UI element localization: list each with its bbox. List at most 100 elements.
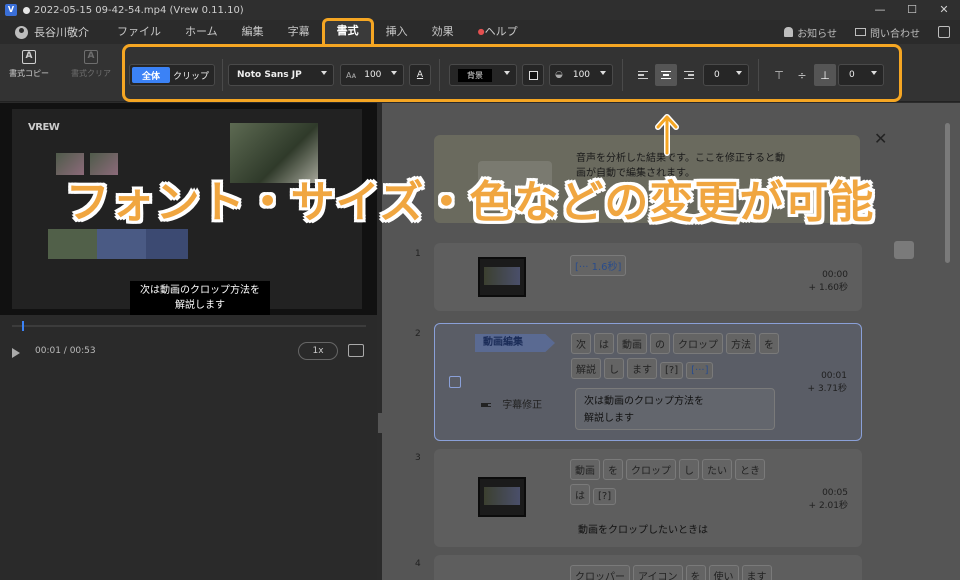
bell-icon: [784, 27, 794, 37]
clip-checkbox[interactable]: [449, 376, 461, 388]
clip-card[interactable]: 動画をクロップしたい ときは [?] 00:05 + 2.01秒 動画をクロップした…: [434, 449, 862, 547]
play-icon[interactable]: [12, 348, 20, 358]
word-chip[interactable]: たい: [702, 459, 732, 480]
subtitle-panel-icon[interactable]: [894, 241, 914, 259]
font-size-select[interactable]: Aᴀ 100: [340, 64, 404, 86]
clip-words: [··· 1.6秒]: [570, 255, 770, 280]
word-chip[interactable]: 動画: [617, 333, 647, 354]
speed-button[interactable]: 1x: [298, 342, 338, 360]
annotation-caption: フォント・サイズ・色などの変更が可能: [65, 177, 875, 228]
tab-file[interactable]: ファイル: [105, 20, 173, 44]
clear-format-button[interactable]: A 書式クリア: [70, 50, 112, 79]
clip-words: クロッパー アイコンを使い ます: [570, 565, 810, 580]
background-color-button[interactable]: [522, 64, 544, 86]
chevron-down-icon: [391, 71, 397, 75]
clip-card-selected[interactable]: 動画編集 次は動画のクロップ 方法 を解説します [?] [···] 00:01 + 3…: [434, 323, 862, 441]
tab-edit[interactable]: 編集: [230, 20, 276, 44]
clip-time: 00:05 + 2.01秒: [809, 487, 848, 513]
news-label: お知らせ: [797, 28, 837, 40]
line-spacing-value: 0: [714, 70, 720, 80]
word-chip[interactable]: 解説: [571, 358, 601, 379]
word-chip[interactable]: 動画: [570, 459, 600, 480]
valign-top-button[interactable]: ⊤: [768, 64, 790, 86]
unknown-word[interactable]: [?]: [593, 488, 617, 505]
unknown-word[interactable]: [?]: [660, 362, 684, 379]
subtitle-line-1: 次は動画のクロップ方法を: [584, 396, 704, 407]
word-chip[interactable]: ます: [741, 565, 772, 580]
clip-duration: + 2.01秒: [808, 501, 848, 511]
scope-all-button[interactable]: 全体: [132, 67, 171, 83]
scope-clip-button[interactable]: クリップ: [170, 69, 212, 82]
fullscreen-icon[interactable]: [348, 344, 364, 357]
align-center-button[interactable]: [655, 64, 677, 86]
contact-link[interactable]: 問い合わせ: [855, 25, 920, 40]
clip-duration: + 1.60秒: [808, 283, 848, 293]
panel-toggle[interactable]: [938, 26, 950, 38]
word-chip[interactable]: し: [604, 358, 624, 379]
valign-bottom-icon: ⊥: [820, 68, 830, 82]
divider: [622, 59, 623, 91]
align-left-button[interactable]: [632, 64, 654, 86]
clip-words: 次は動画のクロップ 方法 を解説します [?] [···]: [571, 333, 791, 383]
font-size-value: 100: [364, 70, 382, 80]
valign-middle-button[interactable]: ÷: [791, 64, 813, 86]
word-chip[interactable]: 次: [571, 333, 591, 354]
line-spacing-select[interactable]: 0: [703, 64, 749, 86]
word-chip[interactable]: クロッパー: [570, 565, 630, 580]
clear-format-icon: A: [84, 50, 98, 64]
app-icon: V: [5, 4, 17, 16]
word-chip[interactable]: の: [650, 333, 670, 354]
close-window-button[interactable]: ✕: [928, 0, 960, 20]
word-chip[interactable]: 方法: [726, 333, 756, 354]
word-chip[interactable]: とき: [735, 459, 765, 480]
vertical-offset-select[interactable]: 0: [838, 64, 884, 86]
window-title: 2022-05-15 09-42-54.mp4 (Vrew 0.11.10): [34, 4, 244, 16]
news-link[interactable]: お知らせ: [784, 25, 837, 40]
video-edit-label: 動画編集: [483, 337, 523, 348]
text-color-button[interactable]: A: [409, 64, 431, 86]
word-chip[interactable]: ます: [627, 358, 657, 379]
preview-subtitle: 次は動画のクロップ方法を 解説します: [130, 281, 270, 315]
word-chip[interactable]: クロップ: [626, 459, 676, 480]
clip-number: 1: [415, 249, 421, 259]
tab-effects[interactable]: 効果: [420, 20, 466, 44]
word-chip[interactable]: し: [679, 459, 699, 480]
silence-word[interactable]: [···]: [686, 362, 714, 379]
valign-bottom-button[interactable]: ⊥: [814, 64, 836, 86]
clip-card[interactable]: クロッパー アイコンを使い ます: [434, 555, 862, 580]
word-chip[interactable]: クロップ: [673, 333, 723, 354]
background-select[interactable]: 背景: [449, 64, 517, 86]
word-chip[interactable]: 使い: [708, 565, 739, 580]
word-chip[interactable]: を: [603, 459, 623, 480]
scrollbar[interactable]: [945, 123, 950, 263]
tab-insert[interactable]: 挿入: [374, 20, 420, 44]
align-right-button[interactable]: [678, 64, 700, 86]
seek-knob[interactable]: [22, 321, 24, 331]
subtitle-editor[interactable]: 次は動画のクロップ方法を 解説します: [575, 388, 775, 430]
clip-number: 2: [415, 329, 421, 339]
font-select[interactable]: Noto Sans JP: [228, 64, 334, 86]
maximize-button[interactable]: ☐: [896, 0, 928, 20]
opacity-select[interactable]: ◒ 100: [549, 64, 613, 86]
menu-bar: 長谷川敬介 ファイル ホーム 編集 字幕 書式 挿入 効果 ●ヘルプ お知らせ …: [0, 18, 960, 44]
word-chip[interactable]: は: [594, 333, 614, 354]
seek-bar[interactable]: [12, 321, 366, 331]
word-chip[interactable]: を: [685, 565, 706, 580]
clip-card[interactable]: [··· 1.6秒] 00:00 + 1.60秒: [434, 243, 862, 311]
scope-toggle: 全体 クリップ: [129, 64, 215, 86]
word-chip[interactable]: は: [570, 484, 590, 505]
tab-home[interactable]: ホーム: [173, 20, 230, 44]
tab-help-label: ヘルプ: [484, 25, 518, 38]
tab-subtitle[interactable]: 字幕: [276, 20, 322, 44]
menu-right: お知らせ 問い合わせ: [784, 20, 950, 44]
silence-word[interactable]: [··· 1.6秒]: [570, 255, 627, 276]
minimize-button[interactable]: —: [864, 0, 896, 20]
word-chip[interactable]: アイコン: [633, 565, 683, 580]
close-tip-icon[interactable]: ✕: [874, 129, 887, 148]
tab-help[interactable]: ●ヘルプ: [466, 20, 530, 44]
user-account[interactable]: 長谷川敬介: [15, 24, 105, 40]
clip-words: 動画をクロップしたい ときは [?]: [570, 459, 780, 509]
tab-format[interactable]: 書式: [321, 18, 374, 44]
word-chip[interactable]: を: [759, 333, 779, 354]
copy-format-button[interactable]: A 書式コピー: [8, 50, 50, 79]
